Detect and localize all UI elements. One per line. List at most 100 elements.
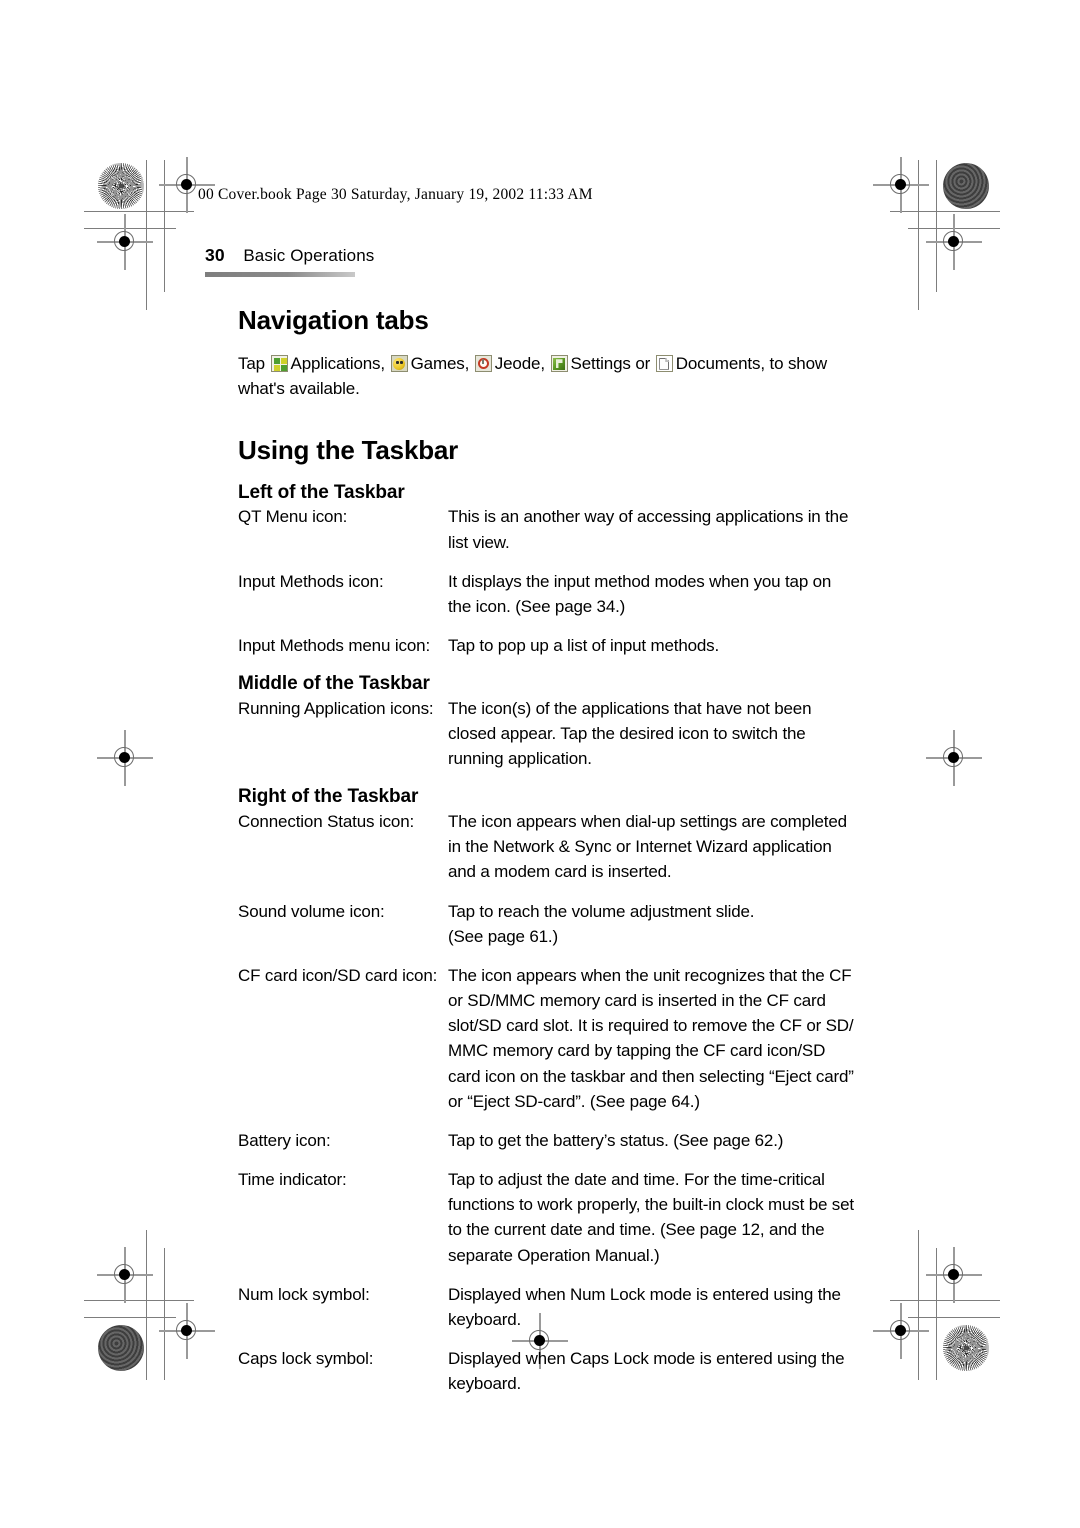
header-rule [205,272,355,277]
tab-label-settings: Settings or [570,354,651,374]
trim-line [84,1300,194,1302]
file-info-stamp: 00 Cover.book Page 30 Saturday, January … [198,186,593,203]
definition-description: The icon appears when the unit recognize… [448,963,858,1114]
description-line: MMC memory card by tapping the CF card i… [448,1041,826,1061]
registration-mark [926,1247,982,1303]
trim-line [84,1317,176,1319]
definition-row: CF card icon/SD card icon: The icon appe… [238,963,858,1114]
definition-description: Displayed when Caps Lock mode is entered… [448,1346,858,1396]
definition-row: Input Methods menu icon: Tap to pop up a… [238,633,858,658]
trim-line [908,1317,1000,1319]
description-line: running application. [448,749,592,769]
definition-term: QT Menu icon: [238,507,348,527]
applications-grid-icon [270,355,288,373]
description-line: keyboard. [448,1374,522,1394]
description-line: Tap to get the battery’s status. (See pa… [448,1130,784,1150]
definition-term: Sound volume icon: [238,901,385,921]
definition-description: Tap to get the battery’s status. (See pa… [448,1128,858,1153]
tab-label-games: Games, [410,354,470,374]
trim-line [918,160,920,310]
registration-mark [159,157,215,213]
definition-term: CF card icon/SD card icon: [238,965,438,985]
trim-line [890,1300,1000,1302]
definition-row: Running Application icons: The icon(s) o… [238,696,858,771]
trim-line [146,160,148,310]
description-line: Displayed when Caps Lock mode is entered… [448,1348,845,1368]
registration-mark [97,1247,153,1303]
definition-description: This is an another way of accessing appl… [448,504,858,554]
definition-term: Running Application icons: [238,698,434,718]
description-line: card icon on the taskbar and then select… [448,1066,854,1086]
description-line: Tap to adjust the date and time. For the… [448,1170,825,1190]
trim-line [84,211,194,213]
page-content: Navigation tabs Tap Applications, Games,… [238,305,858,1410]
games-smiley-icon [390,355,408,373]
definition-row: QT Menu icon: This is an another way of … [238,504,858,554]
definition-description: Tap to pop up a list of input methods. [448,633,858,658]
description-line: The icon(s) of the applications that hav… [448,698,812,718]
definition-term: Caps lock symbol: [238,1348,374,1368]
description-line: Displayed when Num Lock mode is entered … [448,1284,841,1304]
definition-description: It displays the input method modes when … [448,569,858,619]
starburst-density-patch [943,1325,989,1371]
description-line: separate Operation Manual.) [448,1245,660,1265]
description-line: (See page 61.) [448,926,558,946]
definition-term: Time indicator: [238,1170,347,1190]
registration-mark [926,214,982,270]
settings-icon [550,355,568,373]
registration-mark [873,157,929,213]
description-line: closed appear. Tap the desired icon to s… [448,724,806,744]
description-line: keyboard. [448,1309,522,1329]
registration-mark [159,1303,215,1359]
taskbar-definition-list: Left of the Taskbar QT Menu icon: This i… [238,481,858,1397]
definition-term: Num lock symbol: [238,1284,370,1304]
intro-suffix: what's available. [238,378,360,398]
tab-label-applications: Applications, [290,354,386,374]
description-line: slot/SD card slot. It is required to rem… [448,1016,854,1036]
description-line: This is an another way of accessing appl… [448,507,849,527]
tab-label-documents: Documents, to show [675,354,828,374]
registration-mark [97,214,153,270]
definition-row: Input Methods icon: It displays the inpu… [238,569,858,619]
trim-line [164,1248,166,1380]
description-line: It displays the input method modes when … [448,571,832,591]
registration-mark [97,730,153,786]
trim-line [908,228,1000,230]
registration-mark [873,1303,929,1359]
chapter-title: Basic Operations [243,246,375,265]
subheading-middle-of-taskbar: Middle of the Taskbar [238,673,430,695]
definition-term: Input Methods icon: [238,571,384,591]
definition-description: Displayed when Num Lock mode is entered … [448,1282,858,1332]
definition-row: Time indicator: Tap to adjust the date a… [238,1167,858,1268]
trim-line [164,160,166,292]
definition-row: Sound volume icon: Tap to reach the volu… [238,899,858,949]
definition-term: Connection Status icon: [238,812,415,832]
trim-line [936,160,938,292]
description-line: or SD/MMC memory card is inserted in the… [448,991,826,1011]
definition-row: Caps lock symbol: Displayed when Caps Lo… [238,1346,858,1396]
description-line: or “Eject SD-card”. (See page 64.) [448,1091,700,1111]
trim-line [146,1230,148,1380]
description-line: Tap to pop up a list of input methods. [448,636,720,656]
page-number: 30 [205,245,225,265]
description-line: The icon appears when the unit recognize… [448,965,852,985]
trim-line [890,211,1000,213]
description-line: the icon. (See page 34.) [448,596,626,616]
solid-density-patch [943,163,989,209]
description-line: functions to work properly, the built-in… [448,1195,854,1215]
trim-line [936,1248,938,1380]
heading-navigation-tabs: Navigation tabs [238,305,429,335]
registration-mark [926,730,982,786]
running-header: 30 Basic Operations [205,245,525,266]
description-line: list view. [448,532,510,552]
heading-using-the-taskbar: Using the Taskbar [238,435,459,466]
definition-description: Tap to reach the volume adjustment slide… [448,899,858,949]
starburst-density-patch [98,163,144,209]
definition-term: Input Methods menu icon: [238,636,431,656]
documents-page-icon [655,355,673,373]
navigation-tabs-intro: Tap Applications, Games, Jeode, Settings… [238,352,858,401]
definition-row: Battery icon: Tap to get the battery’s s… [238,1128,858,1153]
trim-line [84,228,176,230]
definition-term: Battery icon: [238,1130,331,1150]
description-line: Tap to reach the volume adjustment slide… [448,901,755,921]
